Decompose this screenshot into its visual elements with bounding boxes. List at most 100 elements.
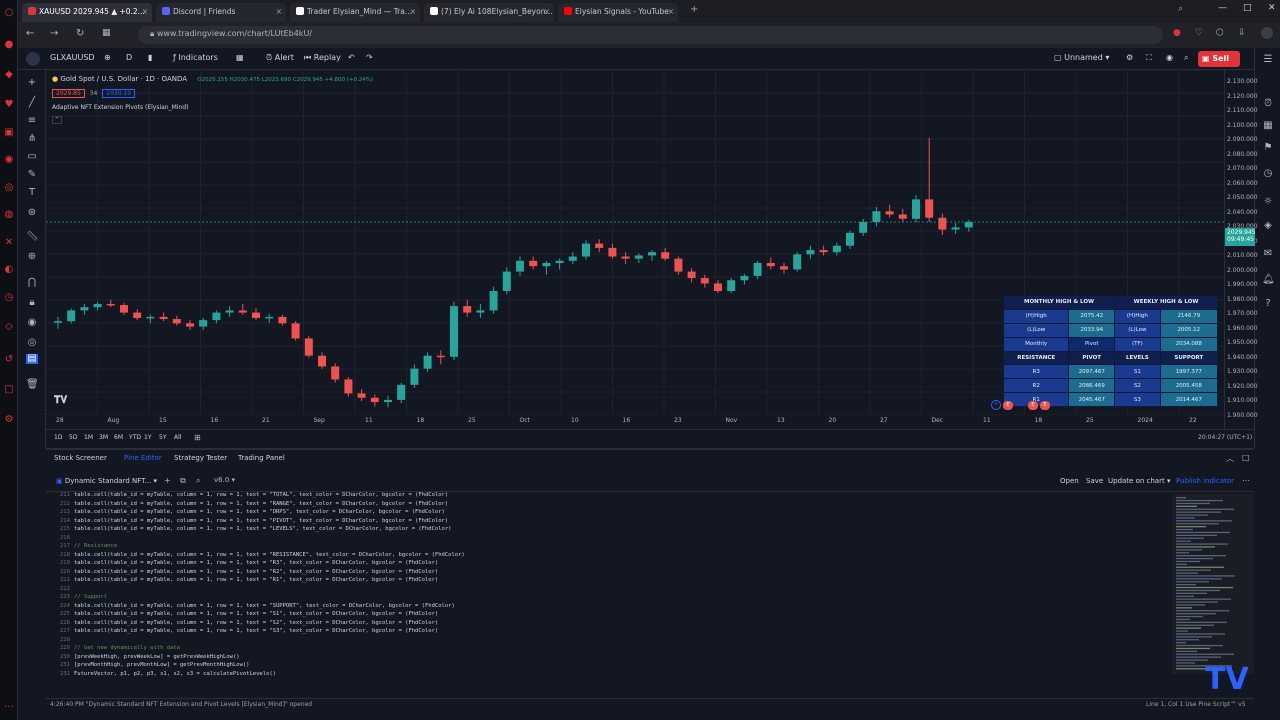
candle-body[interactable] [159,316,168,320]
trendline-icon[interactable]: ╱ [26,98,38,108]
eye-icon[interactable]: ◎ [26,338,38,348]
event-marker-icon[interactable]: E [1028,401,1038,410]
panel-tab[interactable]: Stock Screener [54,454,107,462]
heart-outline-icon[interactable]: ♡ [1195,28,1203,38]
redo-icon[interactable]: ↷ [366,53,373,62]
close-tab-icon[interactable]: × [668,7,674,16]
code-line[interactable]: 214 table.cell(table_id = myTable, column… [60,518,1170,527]
candle-body[interactable] [582,243,590,257]
alerts-icon[interactable]: ⏰︎ [1262,98,1274,110]
calendar-icon[interactable]: ◷ [1262,168,1274,180]
candle-body[interactable] [885,211,894,215]
candle-body[interactable] [872,211,881,223]
code-line[interactable]: 220 table.cell(table_id = myTable, column… [60,569,1170,578]
candle-body[interactable] [384,399,392,403]
browser-tab[interactable]: Discord | Friends × [156,3,286,22]
candle-body[interactable] [846,232,854,246]
close-tab-icon[interactable]: × [276,7,282,16]
code-line[interactable]: 213 table.cell(table_id = myTable, column… [60,509,1170,518]
layout-dropdown[interactable]: ▢ Unnamed ▾ [1054,53,1109,62]
candle-body[interactable] [357,393,366,398]
find-icon[interactable]: ⌕ [196,476,200,486]
candle-body[interactable] [912,199,920,219]
candle-body[interactable] [964,222,973,228]
code-editor[interactable]: 211 table.cell(table_id = myTable, column… [60,492,1170,698]
maximize-panel-icon[interactable]: □ [1242,453,1250,462]
range-button[interactable]: 1D [54,434,62,441]
text-icon[interactable]: T [26,188,38,198]
box-icon[interactable]: □ [3,385,15,395]
candle-body[interactable] [212,312,221,321]
ruler-icon[interactable]: 📏︎ [26,232,39,242]
code-line[interactable]: 211 table.cell(table_id = myTable, column… [60,492,1170,501]
candle-body[interactable] [727,280,736,292]
browser-tab[interactable]: XAUUSD 2029.945 ▲ +0.2... × [22,3,152,22]
publish-indicator-button[interactable]: Publish indicator [1176,477,1234,485]
close-window-icon[interactable]: ✕ [1268,3,1276,13]
range-button[interactable]: YTD [129,434,141,441]
candle-body[interactable] [832,245,841,253]
twitter-icon[interactable]: ✕ [3,238,15,248]
range-button[interactable]: 3M [99,434,108,441]
forward-icon[interactable]: → [50,28,58,39]
candle-body[interactable] [714,283,722,292]
candle-body[interactable] [436,355,445,358]
script-name-dropdown[interactable]: ▣ Dynamic Standard NFT... ▾ [56,477,157,485]
candle-body[interactable] [344,379,353,394]
extensions-icon[interactable]: ⬡ [1216,28,1224,38]
chart-type-icon[interactable]: ▮ [148,53,152,62]
utc-clock[interactable]: 20:04:27 (UTC+1) [1198,434,1252,441]
history-icon[interactable]: ↺ [3,355,15,365]
browser-tab[interactable]: (7) Ely Ai 108Elysian_Beyon... × [424,3,554,22]
range-button[interactable]: 1Y [144,434,151,441]
search-tabs-icon[interactable]: ⌕ [1178,4,1183,14]
candle-body[interactable] [542,262,551,267]
sell-button[interactable]: 2029.85 [52,89,85,98]
minimize-icon[interactable]: — [1218,3,1227,13]
candle-body[interactable] [938,217,947,230]
code-minimap[interactable] [1172,494,1254,674]
camera-icon[interactable]: ● [1173,28,1181,38]
candle-body[interactable] [265,316,274,319]
candle-body[interactable] [450,306,458,357]
back-icon[interactable]: ← [26,28,34,39]
candle-body[interactable] [199,320,208,327]
speed-dial-icon[interactable]: ▦ [102,28,111,38]
candle-body[interactable] [502,271,511,292]
event-marker-icon[interactable]: E [1003,401,1013,410]
pitchfork-icon[interactable]: ⋔ [26,134,38,144]
candle-body[interactable] [700,278,709,284]
watchlist-mode-icon[interactable]: ▤ [26,354,38,364]
replay-button[interactable]: ⏮ Replay [304,53,341,63]
url-field[interactable]: 🔒︎ www.tradingview.com/chart/LUtEb4kU/ [138,26,1163,44]
range-button[interactable]: 6M [114,434,123,441]
candle-body[interactable] [172,319,181,324]
candle-body[interactable] [370,397,379,403]
add-script-icon[interactable]: + [164,476,171,485]
whatsapp-icon[interactable]: ◍ [3,210,15,220]
candle-body[interactable] [634,255,643,259]
copy-icon[interactable]: ⧉ [180,476,186,486]
collapse-panel-icon[interactable]: ︿ [1226,453,1234,464]
symbol-search[interactable]: GLXAUUSD [50,53,95,62]
maximize-icon[interactable]: □ [1243,3,1252,13]
candle-body[interactable] [397,384,406,400]
candle-body[interactable] [186,323,194,327]
code-line[interactable]: 225 table.cell(table_id = myTable, column… [60,611,1170,620]
candle-body[interactable] [318,355,326,367]
discord-icon[interactable]: ◉ [3,155,15,165]
chart-pane[interactable]: ● Gold Spot / U.S. Dollar · 1D · OANDA O… [46,70,1224,415]
candle-body[interactable] [304,338,313,356]
panel-tab[interactable]: Trading Panel [238,454,285,462]
fullscreen-icon[interactable]: ⛶ [1146,53,1152,63]
hotlist-icon[interactable]: ⚑ [1262,142,1274,154]
code-line[interactable]: 224 table.cell(table_id = myTable, column… [60,603,1170,612]
candle-body[interactable] [252,312,260,318]
candle-body[interactable] [476,310,485,313]
candle-body[interactable] [648,252,656,256]
new-tab-button[interactable]: + [690,4,698,15]
help-icon[interactable]: ? [1262,298,1274,310]
event-marker-icon[interactable]: E [1040,401,1050,410]
candle-body[interactable] [238,310,247,313]
settings-icon[interactable]: ⚙ [3,415,15,425]
